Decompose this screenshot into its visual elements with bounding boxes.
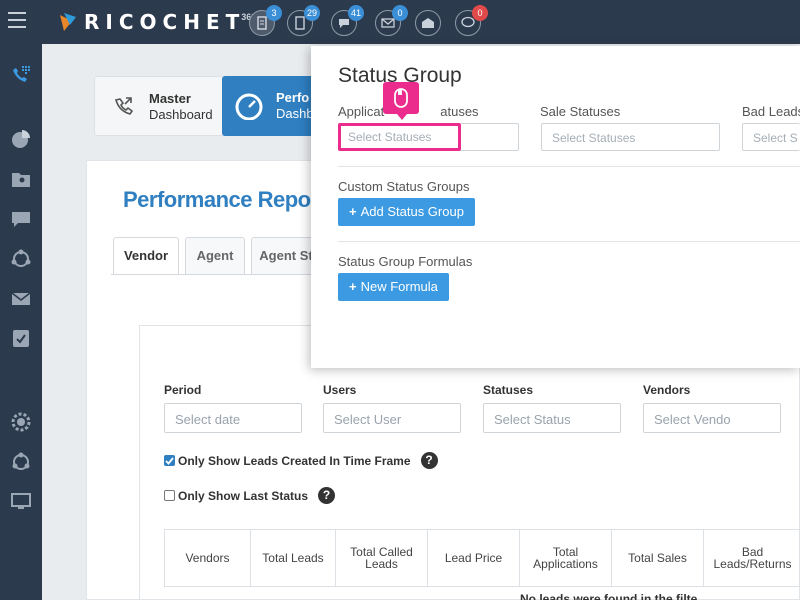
period-input[interactable]: Select date xyxy=(164,403,302,433)
pie-chart-icon[interactable] xyxy=(10,128,32,150)
vendors-input[interactable]: Select Vendo xyxy=(643,403,781,433)
leads-badge: 3 xyxy=(266,5,282,21)
statuses-label: Statuses xyxy=(483,383,534,397)
sidebar xyxy=(0,44,42,600)
performance-subtitle: Dashb xyxy=(276,106,314,121)
integrations-icon[interactable] xyxy=(10,248,32,270)
leads-button[interactable]: 3 xyxy=(249,5,282,36)
logo[interactable]: RICOCHET 360 xyxy=(58,8,256,36)
inbox-button[interactable] xyxy=(415,10,441,36)
plus-icon: + xyxy=(349,204,357,219)
users-label: Users xyxy=(323,383,357,397)
top-bar: RICOCHET 360 3 29 41 0 0 xyxy=(0,0,800,44)
time-frame-check-row: Only Show Leads Created In Time Frame ? xyxy=(164,452,438,469)
monitor-icon[interactable] xyxy=(10,490,32,512)
sale-statuses-label: Sale Statuses xyxy=(540,104,621,119)
bad-leads-label: Bad Leads xyxy=(742,104,800,119)
plus-icon: + xyxy=(349,279,357,294)
col-bad-leads-returns[interactable]: Bad Leads/Returns xyxy=(704,530,800,586)
mail-badge: 0 xyxy=(392,5,408,21)
checkmark-icon xyxy=(165,457,174,465)
time-frame-checkbox[interactable] xyxy=(164,455,175,466)
mouse-icon xyxy=(394,88,408,108)
checklist-icon[interactable] xyxy=(10,327,32,349)
contacts-icon[interactable] xyxy=(10,168,32,190)
inbox-icon xyxy=(422,18,434,28)
period-label: Period xyxy=(164,383,202,397)
statuses-input[interactable]: Select Status xyxy=(483,403,621,433)
col-total-leads[interactable]: Total Leads xyxy=(251,530,336,586)
report-title: Performance Report xyxy=(123,187,326,212)
master-dashboard-card[interactable]: Master Dashboard xyxy=(94,76,224,136)
vendors-label: Vendors xyxy=(643,383,691,397)
modal-divider xyxy=(338,166,800,167)
phone-grid-icon[interactable] xyxy=(10,64,32,86)
logo-text: RICOCHET xyxy=(84,10,246,34)
tab-agent[interactable]: Agent xyxy=(185,237,245,275)
col-total-applications[interactable]: Total Applications xyxy=(520,530,612,586)
menu-icon[interactable] xyxy=(8,12,26,28)
last-status-checkbox[interactable] xyxy=(164,490,175,501)
application-label-head: Applicat xyxy=(338,104,385,119)
performance-dashboard-card[interactable]: Perfo Dashb xyxy=(222,76,322,136)
chat-icon[interactable] xyxy=(10,208,32,230)
gauge-icon xyxy=(235,93,263,120)
last-status-check-row: Only Show Last Status ? xyxy=(164,487,336,504)
documents-badge: 29 xyxy=(303,5,320,21)
col-lead-price[interactable]: Lead Price xyxy=(428,530,520,586)
add-status-group-label: Add Status Group xyxy=(360,204,464,219)
mail-button[interactable]: 0 xyxy=(375,5,408,36)
col-vendors[interactable]: Vendors xyxy=(165,530,251,586)
click-marker xyxy=(383,82,419,120)
application-statuses-input-tail[interactable] xyxy=(461,123,519,151)
application-label-tail: atuses xyxy=(440,104,479,119)
custom-status-groups-label: Custom Status Groups xyxy=(338,179,470,194)
master-title: Master xyxy=(149,91,191,106)
add-status-group-button[interactable]: + Add Status Group xyxy=(338,198,475,226)
performance-title: Perfo xyxy=(276,90,310,105)
help-icon[interactable]: ? xyxy=(318,487,336,504)
col-total-called-leads[interactable]: Total Called Leads xyxy=(336,530,428,586)
users-input[interactable]: Select User xyxy=(323,403,461,433)
message-badge: 0 xyxy=(472,5,488,21)
settings-icon[interactable] xyxy=(10,411,32,433)
col-total-sales[interactable]: Total Sales xyxy=(612,530,704,586)
report-table-header: Vendors Total Leads Total Called Leads L… xyxy=(164,529,800,587)
status-group-formulas-label: Status Group Formulas xyxy=(338,254,473,269)
help-icon[interactable]: ? xyxy=(420,452,438,469)
new-formula-label: New Formula xyxy=(360,279,438,294)
chat-button[interactable]: 41 xyxy=(331,5,364,36)
master-subtitle: Dashboard xyxy=(149,107,213,122)
sale-statuses-input[interactable]: Select Statuses xyxy=(541,123,720,151)
mail-icon[interactable] xyxy=(10,288,32,310)
time-frame-label: Only Show Leads Created In Time Frame xyxy=(178,453,411,468)
network-icon[interactable] xyxy=(10,451,32,473)
application-statuses-input[interactable]: Select Statuses xyxy=(338,123,461,151)
documents-button[interactable]: 29 xyxy=(287,5,320,36)
new-formula-button[interactable]: + New Formula xyxy=(338,273,449,301)
modal-divider xyxy=(338,241,800,242)
bad-leads-input[interactable]: Select S xyxy=(742,123,800,151)
last-status-label: Only Show Last Status xyxy=(178,488,309,503)
logo-mark-icon xyxy=(58,11,80,33)
tab-vendor[interactable]: Vendor xyxy=(113,237,179,275)
phone-icon xyxy=(115,97,134,115)
chat-badge: 41 xyxy=(347,5,364,21)
message-button[interactable]: 0 xyxy=(455,5,488,36)
empty-table-message: No leads were found in the filte xyxy=(520,592,698,600)
